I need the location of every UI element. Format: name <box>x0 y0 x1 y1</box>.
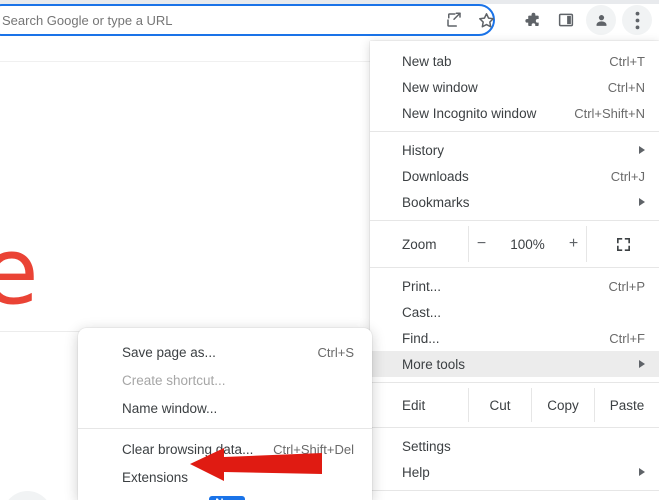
google-logo: gle <box>0 218 39 325</box>
menu-separator <box>78 428 372 429</box>
menu-item-label: Settings <box>402 438 451 454</box>
omnibox[interactable] <box>0 4 495 36</box>
menu-item-settings[interactable]: Settings <box>370 433 659 459</box>
cut-button[interactable]: Cut <box>468 388 531 422</box>
new-badge: New <box>209 496 245 500</box>
menu-item-accelerator: Ctrl+Shift+N <box>574 105 645 121</box>
chevron-right-icon <box>639 198 645 206</box>
menu-item-label: More tools <box>402 356 466 372</box>
menu-item-label: Name window... <box>122 400 218 416</box>
star-icon[interactable] <box>474 8 498 32</box>
menu-separator <box>370 267 659 268</box>
menu-item-accelerator: Ctrl+N <box>607 79 645 95</box>
submenu-item-name-window[interactable]: Name window... <box>78 394 372 422</box>
zoom-controls: − 100% + <box>468 226 587 262</box>
side-panel-icon[interactable] <box>554 8 578 32</box>
address-bar-input[interactable] <box>2 6 422 34</box>
menu-item-print[interactable]: Print... Ctrl+P <box>370 273 659 299</box>
menu-separator <box>370 382 659 383</box>
logo-letter-e: e <box>0 218 39 325</box>
menu-item-label: Extensions <box>122 469 189 485</box>
zoom-label: Zoom <box>402 236 437 252</box>
menu-item-new-window[interactable]: New window Ctrl+N <box>370 74 659 100</box>
menu-item-label: Create shortcut... <box>122 372 226 388</box>
menu-item-label: Help <box>402 464 430 480</box>
menu-item-accelerator: Ctrl+J <box>610 168 645 184</box>
menu-item-label: Bookmarks <box>402 194 470 210</box>
chevron-right-icon <box>639 146 645 154</box>
divider-mid <box>0 331 80 332</box>
paste-button[interactable]: Paste <box>594 388 659 422</box>
menu-item-label: Save page as... <box>122 344 216 360</box>
add-shortcut-button[interactable] <box>3 491 52 500</box>
menu-item-label: History <box>402 142 445 158</box>
menu-item-downloads[interactable]: Downloads Ctrl+J <box>370 163 659 189</box>
menu-item-accelerator: Ctrl+P <box>608 278 645 294</box>
submenu-item-extensions[interactable]: Extensions <box>78 463 372 491</box>
menu-separator <box>370 220 659 221</box>
menu-item-label: Downloads <box>402 168 469 184</box>
chevron-right-icon <box>639 360 645 368</box>
menu-item-bookmarks[interactable]: Bookmarks <box>370 189 659 215</box>
edit-label: Edit <box>402 397 426 413</box>
three-dot-menu-icon[interactable] <box>622 5 652 35</box>
menu-item-new-incognito-window[interactable]: New Incognito window Ctrl+Shift+N <box>370 100 659 126</box>
menu-separator <box>370 490 659 491</box>
menu-item-accelerator: Ctrl+F <box>609 330 645 346</box>
submenu-item-create-shortcut: Create shortcut... <box>78 366 372 394</box>
menu-item-accelerator: Ctrl+Shift+Del <box>273 441 354 457</box>
chevron-right-icon <box>639 468 645 476</box>
menu-item-cast[interactable]: Cast... <box>370 299 659 325</box>
submenu-item-clear-browsing-data[interactable]: Clear browsing data... Ctrl+Shift+Del <box>78 435 372 463</box>
menu-item-history[interactable]: History <box>370 137 659 163</box>
menu-item-label: New tab <box>402 53 452 69</box>
fullscreen-button[interactable] <box>587 226 659 262</box>
menu-item-label: New window <box>402 79 478 95</box>
share-icon[interactable] <box>442 8 466 32</box>
menu-separator <box>370 131 659 132</box>
submenu-item-save-page-as[interactable]: Save page as... Ctrl+S <box>78 338 372 366</box>
menu-item-label: Find... <box>402 330 440 346</box>
menu-separator <box>370 427 659 428</box>
chrome-main-menu: New tab Ctrl+T New window Ctrl+N New Inc… <box>370 41 659 500</box>
menu-item-exit[interactable]: Exit <box>370 496 659 500</box>
menu-item-help[interactable]: Help <box>370 459 659 485</box>
menu-item-more-tools[interactable]: More tools <box>370 351 659 377</box>
copy-button[interactable]: Copy <box>531 388 594 422</box>
zoom-out-button[interactable]: − <box>473 235 491 253</box>
zoom-row: Zoom − 100% + <box>370 226 659 262</box>
edit-row: Edit Cut Copy Paste <box>370 388 659 422</box>
menu-item-label: New Incognito window <box>402 105 537 121</box>
puzzle-icon[interactable] <box>520 8 544 32</box>
submenu-item-performance[interactable]: Performance New <box>78 491 372 500</box>
more-tools-submenu: Save page as... Ctrl+S Create shortcut..… <box>78 328 372 500</box>
menu-item-accelerator: Ctrl+T <box>609 53 645 69</box>
divider-top <box>0 61 380 62</box>
zoom-in-button[interactable]: + <box>565 235 583 253</box>
browser-toolbar <box>0 0 659 41</box>
menu-item-find[interactable]: Find... Ctrl+F <box>370 325 659 351</box>
menu-item-accelerator: Ctrl+S <box>317 344 354 360</box>
menu-item-label: Cast... <box>402 304 442 320</box>
menu-item-label: Print... <box>402 278 442 294</box>
menu-item-new-tab[interactable]: New tab Ctrl+T <box>370 48 659 74</box>
avatar[interactable] <box>586 5 616 35</box>
menu-item-label: Clear browsing data... <box>122 441 254 457</box>
zoom-level-value: 100% <box>510 236 545 252</box>
browser-window: gle New tab Ctrl+T New window Ctrl+N New… <box>0 0 659 500</box>
